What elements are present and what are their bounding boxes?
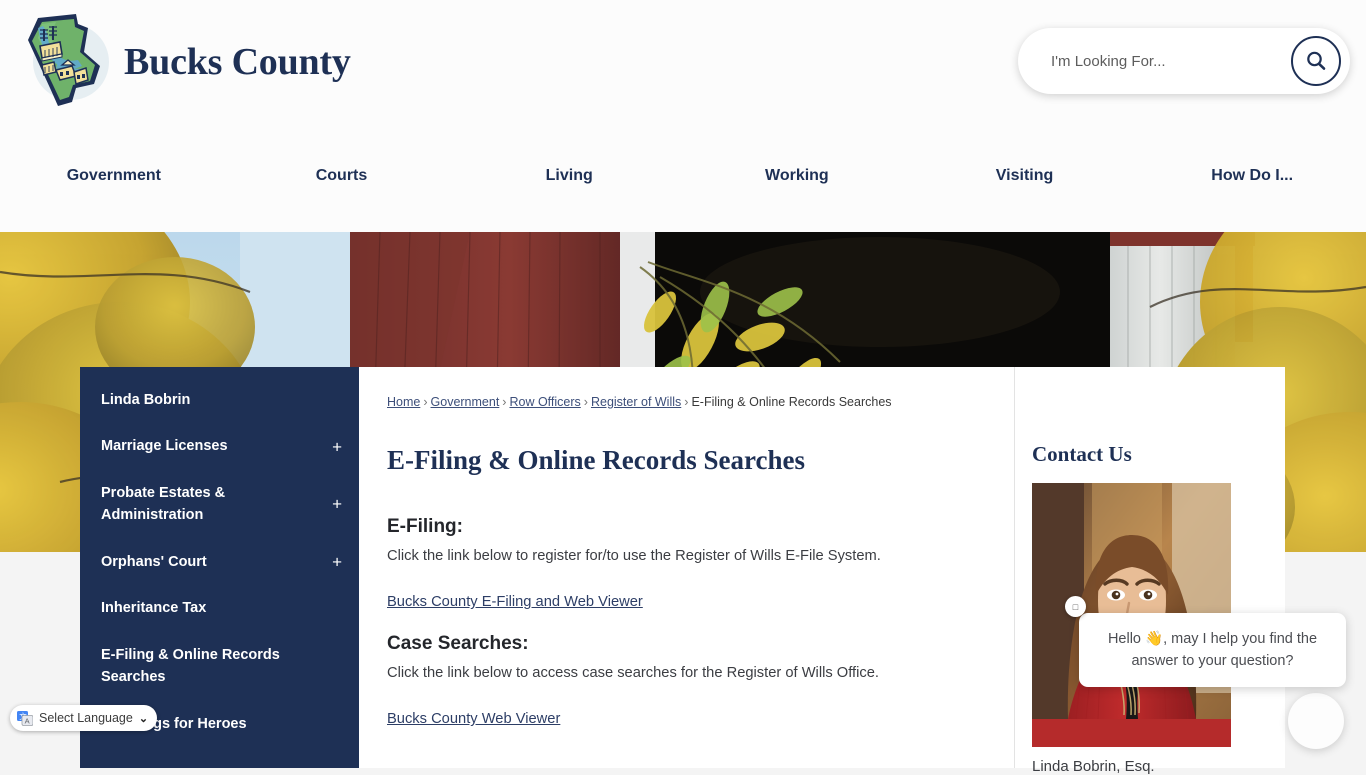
sidebar-item-orphans-court[interactable]: Orphans' Court +: [80, 539, 359, 585]
sidebar-item-label: Linda Bobrin: [101, 392, 191, 408]
breadcrumb-link-register-of-wills[interactable]: Register of Wills: [591, 395, 681, 409]
site-logo[interactable]: Bucks County: [16, 10, 351, 114]
sidebar-item-inheritance-tax[interactable]: Inheritance Tax: [80, 585, 359, 631]
svg-text:A: A: [25, 716, 30, 725]
language-selector-label: Select Language: [39, 711, 133, 725]
section-body-efiling: Click the link below to register for/to …: [387, 548, 881, 564]
sidebar-item-label: Marriage Licenses: [101, 438, 228, 455]
breadcrumb-link-government[interactable]: Government: [431, 395, 500, 409]
chat-greeting-text: Hello 👋, may I help you find the answer …: [1107, 631, 1318, 670]
nav-item-visiting[interactable]: Visiting: [911, 167, 1139, 185]
sidebar-item-probate-estates-administration[interactable]: Probate Estates & Administration +: [80, 470, 359, 539]
sidebar-item-efiling-online-records-searches[interactable]: E-Filing & Online Records Searches: [80, 632, 359, 701]
expand-plus-icon[interactable]: +: [332, 438, 342, 455]
breadcrumb-separator: ›: [684, 395, 689, 409]
sidebar-item-label: Orphans' Court: [101, 553, 207, 570]
contact-us-heading: Contact Us: [1032, 442, 1132, 466]
expand-plus-icon[interactable]: +: [332, 554, 342, 571]
link-bucks-county-efiling-web-viewer[interactable]: Bucks County E-Filing and Web Viewer: [387, 594, 643, 610]
chat-bubble-close-button[interactable]: □: [1065, 596, 1086, 617]
chat-greeting-bubble[interactable]: Hello 👋, may I help you find the answer …: [1079, 613, 1346, 688]
breadcrumb-current-page: E-Filing & Online Records Searches: [691, 395, 892, 409]
search-button[interactable]: [1291, 36, 1341, 86]
breadcrumb-separator: ›: [502, 395, 507, 409]
section-efiling: E-Filing: Click the link below to regist…: [387, 516, 1007, 633]
breadcrumb-link-home[interactable]: Home: [387, 395, 420, 409]
breadcrumb-separator: ›: [583, 395, 588, 409]
chevron-down-icon[interactable]: ⌄: [139, 712, 148, 725]
close-icon: □: [1072, 601, 1079, 612]
content-rail-divider: [1014, 367, 1015, 768]
search-icon: [1307, 51, 1326, 70]
section-case-searches: Case Searches: Click the link below to a…: [387, 633, 1007, 728]
google-translate-icon: 文 A: [17, 710, 33, 726]
nav-item-how-do-i[interactable]: How Do I...: [1138, 167, 1366, 185]
expand-plus-icon[interactable]: +: [332, 496, 342, 513]
language-selector[interactable]: 文 A Select Language ⌄: [10, 705, 158, 731]
contact-person-name: Linda Bobrin, Esq.: [1032, 758, 1155, 775]
section-heading-efiling: E-Filing:: [387, 516, 463, 537]
nav-item-working[interactable]: Working: [683, 167, 911, 185]
sidebar-item-linda-bobrin[interactable]: Linda Bobrin: [80, 377, 359, 423]
sidebar-item-marriage-licenses[interactable]: Marriage Licenses +: [80, 423, 359, 469]
breadcrumb: Home › Government › Row Officers › Register of…: [387, 392, 1007, 412]
nav-item-courts[interactable]: Courts: [228, 167, 456, 185]
breadcrumb-link-row-officers[interactable]: Row Officers: [509, 395, 580, 409]
main-content: Home › Government › Row Officers › Register of…: [387, 392, 1007, 728]
breadcrumb-separator: ›: [423, 395, 428, 409]
chat-launcher-button[interactable]: [1288, 693, 1344, 749]
sidebar-item-label: Probate Estates & Administration: [101, 484, 226, 524]
site-header: Bucks County Government Courts Living Wo…: [0, 0, 1366, 232]
bucks-county-map-logo-icon: [28, 14, 109, 106]
link-bucks-county-web-viewer[interactable]: Bucks County Web Viewer: [387, 711, 560, 727]
nav-item-living[interactable]: Living: [455, 167, 683, 185]
section-body-case-searches: Click the link below to access case sear…: [387, 665, 879, 682]
nav-item-government[interactable]: Government: [0, 167, 228, 185]
page-title: E-Filing & Online Records Searches: [387, 445, 805, 475]
site-title: Bucks County: [124, 41, 351, 83]
search-input[interactable]: [1051, 52, 1291, 70]
search-bar[interactable]: [1018, 28, 1350, 94]
section-heading-case-searches: Case Searches:: [387, 633, 529, 655]
sidebar-item-label: Inheritance Tax: [101, 600, 207, 617]
main-navigation: Government Courts Living Working Visitin…: [0, 152, 1366, 200]
sidebar-item-label: E-Filing & Online Records Searches: [101, 646, 280, 686]
